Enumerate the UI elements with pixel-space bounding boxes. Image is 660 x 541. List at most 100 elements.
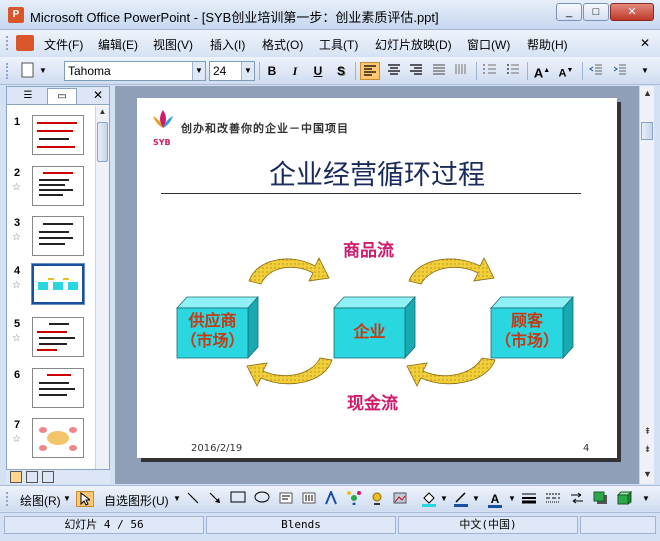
autoshapes-dropdown-icon[interactable]: ▼ xyxy=(173,494,181,503)
font-dropdown-icon[interactable]: ▼ xyxy=(192,62,205,80)
menu-slideshow[interactable]: 幻灯片放映(D) xyxy=(375,36,452,53)
dash-style-icon[interactable] xyxy=(544,491,562,507)
menu-help[interactable]: 帮助(H) xyxy=(527,36,568,53)
close-button[interactable]: ✕ xyxy=(610,3,654,21)
toolbar-grip[interactable] xyxy=(6,63,9,79)
next-slide-icon[interactable]: ⇟ xyxy=(642,444,653,455)
bold-button[interactable]: B xyxy=(262,62,282,80)
slide-thumbnail-row[interactable]: 5 ☆ xyxy=(7,317,97,365)
powerpoint-app-icon[interactable]: P xyxy=(8,7,24,23)
distributed-align-icon[interactable] xyxy=(451,62,471,80)
tab-outline[interactable]: ☰ xyxy=(13,88,43,104)
line-tool-icon[interactable] xyxy=(184,491,202,507)
scroll-thumb[interactable] xyxy=(641,122,653,140)
bulleted-list-icon[interactable] xyxy=(503,62,523,80)
current-slide[interactable]: SYB 创办和改善你的企业－中国项目 企业经营循环过程 商品流 现金流 供应商 … xyxy=(137,98,617,458)
line-style-icon[interactable] xyxy=(520,491,538,507)
increase-font-icon[interactable]: A▲ xyxy=(532,62,552,80)
font-color-icon[interactable]: A xyxy=(486,491,504,508)
document-icon[interactable] xyxy=(16,35,34,51)
menu-edit[interactable]: 编辑(E) xyxy=(98,36,138,53)
menu-insert[interactable]: 插入(I) xyxy=(210,36,245,53)
maximize-button[interactable]: □ xyxy=(583,3,609,21)
insert-picture-icon[interactable] xyxy=(391,491,409,507)
toolbar-grip[interactable] xyxy=(6,492,9,506)
slide-thumbnail-row[interactable]: 1 xyxy=(7,115,97,163)
slide-thumbnail-row[interactable]: 6 xyxy=(7,368,97,416)
draw-menu-button[interactable]: 绘图(R) xyxy=(20,492,61,509)
vertical-textbox-icon[interactable] xyxy=(300,491,318,507)
new-document-icon[interactable] xyxy=(18,62,38,80)
slide-thumbnail[interactable] xyxy=(32,368,84,408)
font-size-select[interactable]: 24 ▼ xyxy=(209,61,255,81)
cash-flow-label[interactable]: 现金流 xyxy=(347,389,398,414)
menu-view[interactable]: 视图(V) xyxy=(153,36,193,53)
menu-tools[interactable]: 工具(T) xyxy=(319,36,358,53)
increase-indent-icon[interactable] xyxy=(610,62,630,80)
justify-icon[interactable] xyxy=(429,62,449,80)
slide-thumbnail-row-current[interactable]: 4 ☆ xyxy=(7,263,97,312)
pane-close-icon[interactable]: ✕ xyxy=(93,88,103,102)
slide-thumbnail-row[interactable]: 7 ☆ xyxy=(7,418,97,466)
slide-thumbnail-row[interactable]: 3 ☆ xyxy=(7,216,97,264)
tab-slides[interactable]: ▭ xyxy=(47,88,77,104)
slide-thumbnail[interactable] xyxy=(32,115,84,155)
minimize-button[interactable]: _ xyxy=(556,3,582,21)
slide-thumbnail[interactable] xyxy=(32,418,84,458)
font-name-select[interactable]: Tahoma ▼ xyxy=(64,61,206,81)
slideshow-view-icon[interactable] xyxy=(42,471,54,483)
textbox-icon[interactable] xyxy=(277,491,295,507)
scroll-down-icon[interactable]: ▼ xyxy=(642,469,653,479)
slide-thumbnail[interactable] xyxy=(32,166,84,206)
shadow-style-icon[interactable] xyxy=(592,491,610,507)
3d-style-icon[interactable] xyxy=(616,490,634,507)
rectangle-tool-icon[interactable] xyxy=(229,491,247,507)
menu-format[interactable]: 格式(O) xyxy=(262,36,303,53)
customer-box[interactable]: 顾客 （市场） xyxy=(491,311,563,351)
scroll-up-icon[interactable]: ▲ xyxy=(97,106,108,118)
slide-sorter-view-icon[interactable] xyxy=(26,471,38,483)
decrease-indent-icon[interactable] xyxy=(586,62,606,80)
slide-thumbnail-current[interactable] xyxy=(31,263,85,305)
drawing-toolbar-options-icon[interactable]: ▼ xyxy=(642,494,650,503)
slide-thumbnail[interactable] xyxy=(32,216,84,256)
size-dropdown-icon[interactable]: ▼ xyxy=(241,62,254,80)
shadow-button[interactable]: S xyxy=(331,62,351,80)
slide-thumbnail-row[interactable]: 2 ☆ xyxy=(7,166,97,214)
menu-window[interactable]: 窗口(W) xyxy=(467,36,510,53)
scroll-thumb[interactable] xyxy=(97,122,108,162)
previous-slide-icon[interactable]: ⇞ xyxy=(642,426,653,437)
wordart-icon[interactable] xyxy=(322,489,340,507)
draw-dropdown-icon[interactable]: ▼ xyxy=(63,494,71,503)
supplier-box[interactable]: 供应商 （市场） xyxy=(177,311,248,351)
arrow-style-icon[interactable] xyxy=(568,491,586,507)
clip-art-icon[interactable] xyxy=(368,491,386,507)
document-close-icon[interactable]: ✕ xyxy=(640,36,650,50)
select-pointer-icon[interactable] xyxy=(76,491,94,507)
toolbar-grip[interactable] xyxy=(6,36,9,50)
italic-button[interactable]: I xyxy=(285,62,305,80)
oval-tool-icon[interactable] xyxy=(253,491,271,507)
align-left-icon[interactable] xyxy=(360,62,380,80)
fill-color-icon[interactable] xyxy=(420,491,438,507)
autoshapes-button[interactable]: 自选图形(U) xyxy=(104,492,169,509)
pane-scrollbar[interactable]: ▲ ▼ xyxy=(95,106,109,483)
fill-dropdown-icon[interactable]: ▼ xyxy=(440,494,448,503)
line-color-icon[interactable] xyxy=(452,491,470,507)
decrease-font-icon[interactable]: A▼ xyxy=(556,62,576,80)
scroll-up-icon[interactable]: ▲ xyxy=(642,88,653,98)
slide-scrollbar[interactable]: ▲ ⇞ ⇟ ▼ xyxy=(639,86,654,484)
arrow-tool-icon[interactable] xyxy=(206,491,224,507)
underline-button[interactable]: U xyxy=(308,62,328,80)
goods-flow-label[interactable]: 商品流 xyxy=(343,236,394,261)
numbered-list-icon[interactable] xyxy=(480,62,500,80)
line-color-dropdown-icon[interactable]: ▼ xyxy=(472,494,480,503)
enterprise-box[interactable]: 企业 xyxy=(334,322,405,342)
align-right-icon[interactable] xyxy=(406,62,426,80)
diagram-icon[interactable] xyxy=(345,491,363,507)
font-color-dropdown-icon[interactable]: ▼ xyxy=(508,494,516,503)
toolbar-dropdown-icon[interactable]: ▼ xyxy=(38,62,48,80)
normal-view-icon[interactable] xyxy=(10,471,22,483)
toolbar-options-icon[interactable]: ▼ xyxy=(638,62,652,80)
menu-file[interactable]: 文件(F) xyxy=(44,36,83,53)
